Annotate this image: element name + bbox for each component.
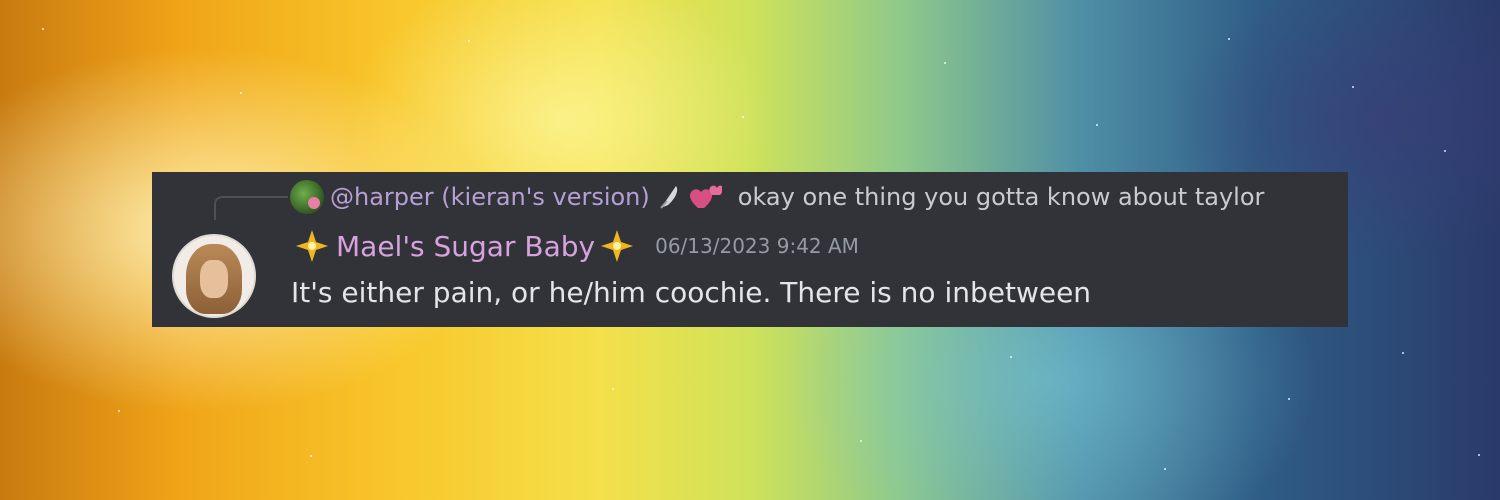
message-timestamp[interactable]: 06/13/2023 9:42 AM bbox=[655, 234, 859, 258]
star bbox=[1228, 38, 1230, 40]
star bbox=[468, 40, 470, 42]
feather-icon bbox=[660, 186, 677, 209]
star bbox=[742, 116, 744, 118]
star bbox=[310, 455, 312, 457]
star bbox=[1402, 352, 1404, 354]
message-header: Mael's Sugar Baby 06/13/2023 9:42 AM bbox=[294, 228, 859, 264]
reply-message-text: okay one thing you gotta know about tayl… bbox=[737, 183, 1265, 211]
star bbox=[612, 388, 614, 390]
star bbox=[944, 62, 946, 64]
star bbox=[42, 28, 44, 30]
avatar-outline bbox=[172, 234, 256, 318]
message-panel[interactable]: @harper (kieran's version) okay one thin… bbox=[152, 172, 1348, 327]
star bbox=[860, 440, 862, 442]
reply-connector bbox=[214, 196, 288, 220]
reply-avatar-icon[interactable] bbox=[290, 180, 324, 214]
user-avatar-icon[interactable] bbox=[172, 234, 256, 318]
reply-preview[interactable]: @harper (kieran's version) okay one thin… bbox=[290, 180, 1264, 214]
star bbox=[1352, 86, 1354, 88]
sparkle-icon bbox=[296, 230, 328, 262]
star bbox=[1164, 468, 1166, 470]
star bbox=[1288, 398, 1290, 400]
star bbox=[1444, 150, 1446, 152]
star bbox=[240, 92, 242, 94]
hearts-icon bbox=[689, 185, 722, 208]
star bbox=[1478, 454, 1480, 456]
reply-username[interactable]: @harper (kieran's version) bbox=[330, 183, 650, 211]
username[interactable]: Mael's Sugar Baby bbox=[336, 230, 595, 263]
message-text: It's either pain, or he/him coochie. The… bbox=[291, 276, 1092, 309]
star bbox=[118, 410, 120, 412]
star bbox=[1096, 124, 1098, 126]
star bbox=[1010, 356, 1012, 358]
sparkle-icon bbox=[601, 230, 634, 262]
